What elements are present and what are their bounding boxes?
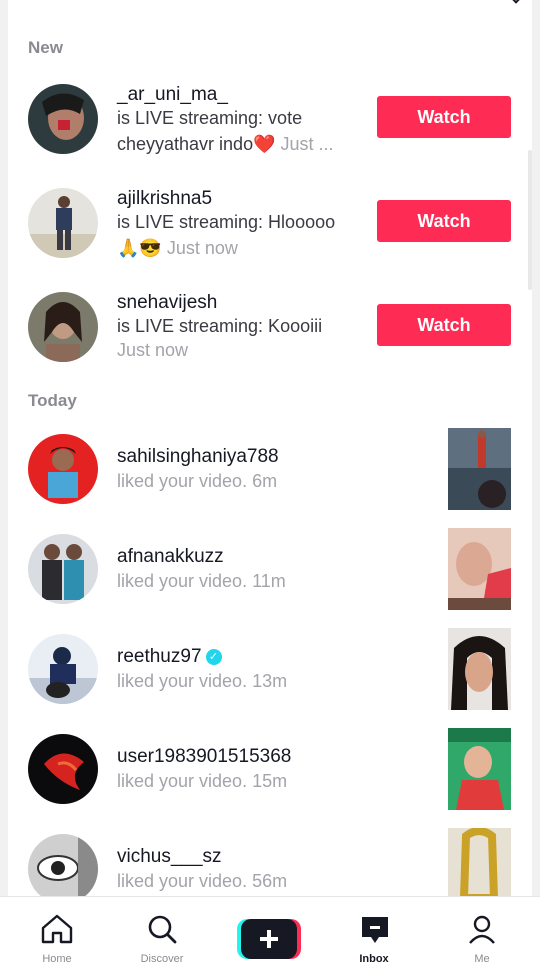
username[interactable]: snehavijesh bbox=[117, 292, 217, 314]
activity-notification[interactable]: sahilsinghaniya788 liked your video. 6m bbox=[8, 428, 532, 530]
avatar[interactable] bbox=[28, 534, 98, 604]
watch-button[interactable]: Watch bbox=[377, 200, 511, 242]
activity-text: liked your video. 15m bbox=[117, 771, 287, 792]
activity-notification[interactable]: user1983901515368 liked your video. 15m bbox=[8, 728, 532, 830]
action-text: liked your video. bbox=[117, 471, 248, 491]
username-with-badge[interactable]: reethuz97 ✓ bbox=[117, 646, 222, 668]
chevron-down-icon bbox=[510, 0, 522, 4]
video-thumbnail[interactable] bbox=[448, 528, 511, 610]
section-header-today: Today bbox=[28, 391, 77, 410]
nav-inbox[interactable]: Inbox bbox=[320, 897, 428, 965]
live-description: is LIVE streaming: Koooiii bbox=[117, 316, 323, 336]
avatar[interactable] bbox=[28, 84, 98, 154]
username[interactable]: sahilsinghaniya788 bbox=[117, 446, 279, 468]
activity-text: liked your video. 13m bbox=[117, 671, 287, 692]
nav-label: Me bbox=[474, 953, 490, 965]
live-text: cheyyathavr indo bbox=[117, 134, 254, 154]
nav-label: Inbox bbox=[359, 953, 389, 965]
activity-text: liked your video. 56m bbox=[117, 871, 287, 892]
video-thumbnail[interactable] bbox=[448, 628, 511, 710]
home-icon bbox=[41, 914, 73, 944]
right-edge bbox=[532, 0, 540, 960]
action-text: liked your video. bbox=[117, 671, 248, 691]
nav-label: Home bbox=[42, 953, 72, 965]
timestamp: 11m bbox=[252, 571, 286, 591]
nav-label: Discover bbox=[140, 953, 184, 965]
nav-discover[interactable]: Discover bbox=[108, 897, 216, 965]
nav-home[interactable]: Home bbox=[3, 897, 111, 965]
watch-button[interactable]: Watch bbox=[377, 96, 511, 138]
timestamp: 6m bbox=[252, 471, 278, 491]
video-thumbnail[interactable] bbox=[448, 428, 511, 510]
bottom-navigation: Home Discover Inbox Me bbox=[0, 896, 540, 965]
username[interactable]: _ar_uni_ma_ bbox=[117, 84, 228, 106]
live-notification[interactable]: snehavijesh is LIVE streaming: Koooiii J… bbox=[8, 292, 532, 388]
action-text: liked your video. bbox=[117, 771, 248, 791]
avatar[interactable] bbox=[28, 292, 98, 362]
username[interactable]: afnanakkuzz bbox=[117, 546, 224, 568]
section-header-new: New bbox=[28, 38, 63, 57]
username[interactable]: vichus___sz bbox=[117, 846, 222, 868]
search-icon bbox=[148, 915, 177, 944]
activity-notification[interactable]: reethuz97 ✓ liked your video. 13m bbox=[8, 628, 532, 730]
activity-text: liked your video. 11m bbox=[117, 571, 286, 592]
activity-text: liked your video. 6m bbox=[117, 471, 277, 492]
video-thumbnail[interactable] bbox=[448, 728, 511, 810]
avatar[interactable] bbox=[28, 834, 98, 904]
avatar[interactable] bbox=[28, 634, 98, 704]
watch-button[interactable]: Watch bbox=[377, 304, 511, 346]
live-description: is LIVE streaming: vote bbox=[117, 108, 303, 128]
action-text: liked your video. bbox=[117, 571, 248, 591]
timestamp: Just ... bbox=[280, 134, 334, 154]
live-description-cont: cheyyathavr indo❤️ Just ... bbox=[117, 134, 334, 155]
username[interactable]: reethuz97 bbox=[117, 646, 202, 667]
timestamp: Just now bbox=[166, 238, 238, 258]
live-description: is LIVE streaming: Hlooooo bbox=[117, 212, 336, 232]
avatar[interactable] bbox=[28, 188, 98, 258]
create-button[interactable] bbox=[237, 919, 301, 959]
heart-emoji: ❤️ bbox=[253, 134, 276, 154]
live-notification[interactable]: _ar_uni_ma_ is LIVE streaming: vote chey… bbox=[8, 84, 532, 180]
emoji: 🙏😎 bbox=[117, 238, 162, 258]
inbox-icon bbox=[362, 917, 388, 943]
live-notification[interactable]: ajilkrishna5 is LIVE streaming: Hlooooo … bbox=[8, 188, 532, 284]
avatar[interactable] bbox=[28, 434, 98, 504]
verified-badge-icon: ✓ bbox=[205, 648, 222, 665]
action-text: liked your video. bbox=[117, 871, 248, 891]
left-edge bbox=[0, 0, 8, 960]
timestamp: 15m bbox=[252, 771, 288, 791]
timestamp: 56m bbox=[252, 871, 288, 891]
timestamp: Just now bbox=[117, 340, 189, 360]
username[interactable]: ajilkrishna5 bbox=[117, 188, 212, 210]
profile-icon bbox=[469, 915, 495, 944]
avatar[interactable] bbox=[28, 734, 98, 804]
activity-notification[interactable]: afnanakkuzz liked your video. 11m bbox=[8, 528, 532, 630]
live-description-cont: 🙏😎 Just now bbox=[117, 238, 238, 259]
nav-me[interactable]: Me bbox=[428, 897, 536, 965]
plus-icon bbox=[237, 919, 301, 959]
username[interactable]: user1983901515368 bbox=[117, 746, 291, 768]
timestamp: 13m bbox=[252, 671, 288, 691]
